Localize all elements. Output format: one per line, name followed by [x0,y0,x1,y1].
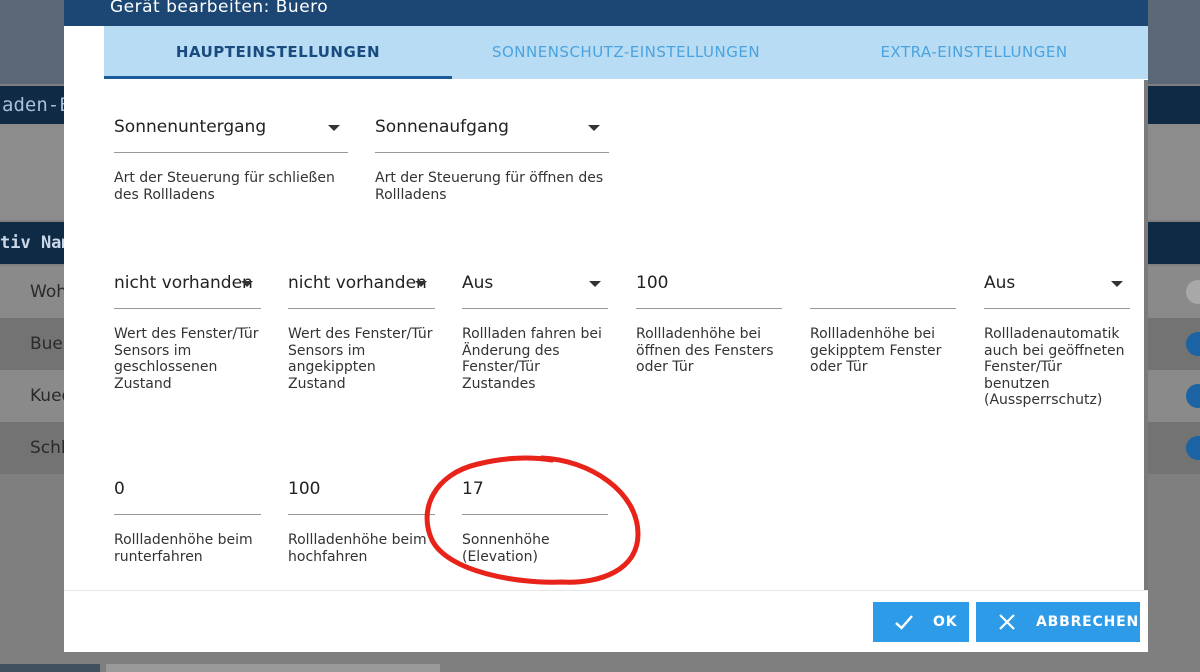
cancel-button-label: ABBRECHEN [1036,614,1139,630]
field-underline [375,152,609,153]
field-help-text: Rollladenhöhe bei öffnen des Fensters od… [636,326,774,375]
field-help-text: Rollladenhöhe beim hochfahren [288,532,427,565]
background-bottom-bar [0,664,100,672]
select-value: Aus [462,273,494,293]
field-help-text: Rollladenautomatik auch bei geöffneten F… [984,326,1125,408]
cancel-button[interactable]: ABBRECHEN [976,602,1140,642]
tab-sun-protection-settings[interactable]: SONNENSCHUTZ-EINSTELLUNGEN [452,26,800,79]
background-title-bar-right [1148,86,1200,124]
ok-button-label: OK [933,614,958,630]
input-value: 0 [114,479,125,499]
select-value: Aus [984,273,1016,293]
field-underline [288,514,435,515]
field-underline [636,308,782,309]
field-underline [810,308,956,309]
input-value: 100 [288,479,321,499]
background-row-end [1148,422,1200,474]
close-icon [996,611,1018,633]
chevron-down-icon[interactable] [589,281,601,287]
field-help-text: Wert des Fenster/Tür Sensors im geschlos… [114,326,259,392]
input-value: 17 [462,479,484,499]
field-help-text: Art der Steuerung für öffnen des Rolllad… [375,170,604,203]
scrollbar-thumb[interactable] [1144,80,1148,590]
field-underline [288,308,435,309]
field-underline [114,152,348,153]
edit-device-dialog: Gerät bearbeiten: Buero HAUPTEINSTELLUNG… [64,0,1148,652]
field-help-text: Rollladenhöhe beim runterfahren [114,532,253,565]
ok-button[interactable]: OK [873,602,969,642]
field-help-text: Rollladen fahren bei Änderung des Fenste… [462,326,602,392]
background-row-end [1148,370,1200,422]
input-value: 100 [636,273,669,293]
chevron-down-icon[interactable] [328,125,340,131]
background-table-row: Kueo [0,370,64,422]
field-help-text: Rollladenhöhe bei gekipptem Fenster oder… [810,326,942,375]
background-table-row: Buer [0,318,64,370]
background-bottom-bar [106,664,440,672]
field-underline [462,308,608,309]
select-value: Sonnenaufgang [375,117,509,137]
field-help-text: Wert des Fenster/Tür Sensors im angekipp… [288,326,433,392]
chevron-down-icon[interactable] [241,281,253,287]
chevron-down-icon[interactable] [588,125,600,131]
background-page-title: aden-E [0,86,64,124]
background-table-row: Woh [0,266,64,318]
tab-main-settings[interactable]: HAUPTEINSTELLUNGEN [104,26,452,79]
field-underline [114,514,261,515]
footer-divider [64,590,1148,591]
chevron-down-icon[interactable] [415,281,427,287]
dialog-tabs: HAUPTEINSTELLUNGEN SONNENSCHUTZ-EINSTELL… [104,26,1148,79]
background-table-row: Schl [0,422,64,474]
checkmark-icon [893,611,915,633]
background-table-header: tiv Nam [0,222,64,264]
field-underline [462,514,608,515]
field-underline [984,308,1130,309]
select-value: nicht vorhanden [114,273,253,293]
background-row-end [1148,318,1200,370]
background-table-header-right [1148,222,1200,264]
chevron-down-icon[interactable] [1111,281,1123,287]
field-help-text: Art der Steuerung für schließen des Roll… [114,170,335,203]
select-value: Sonnenuntergang [114,117,267,137]
tab-extra-settings[interactable]: EXTRA-EINSTELLUNGEN [800,26,1148,79]
field-help-text: Sonnenhöhe (Elevation) [462,532,550,565]
background-row-end [1148,266,1200,318]
select-value: nicht vorhanden [288,273,427,293]
dialog-title: Gerät bearbeiten: Buero [64,0,1148,26]
field-underline [114,308,261,309]
